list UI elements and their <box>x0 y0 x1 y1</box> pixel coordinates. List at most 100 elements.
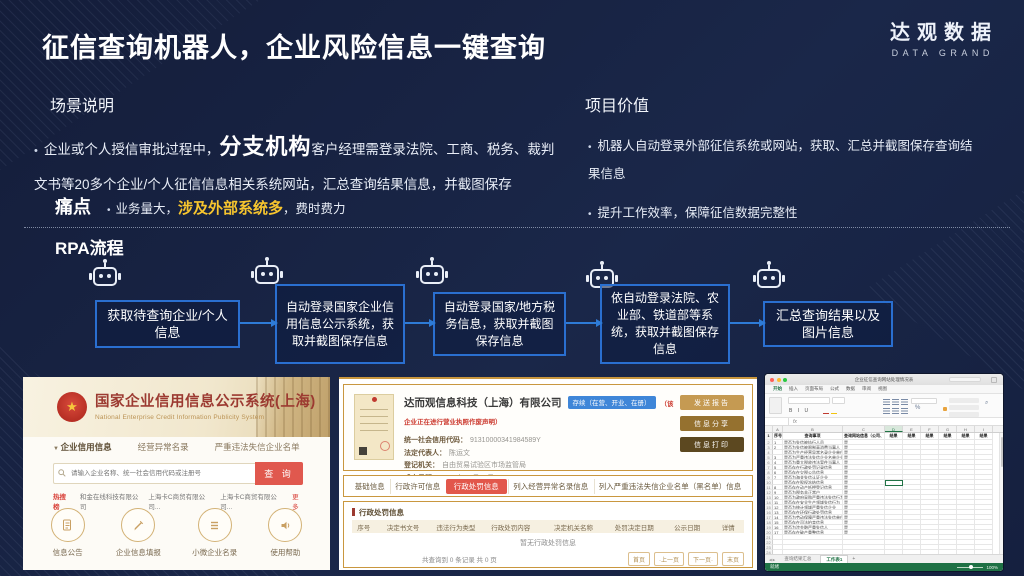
sheet-col-letters: ABCDEFGHI <box>765 426 1003 433</box>
screenshot-credit-publicity-site: ★ 国家企业信用信息公示系统(上海) National Enterprise C… <box>23 377 330 570</box>
paste-button[interactable] <box>769 397 782 414</box>
tab-admin-penalty[interactable]: 行政处罚信息 <box>446 479 507 494</box>
conditional-format-button[interactable] <box>949 398 979 403</box>
active-cell[interactable] <box>885 480 903 486</box>
tab-blacklist[interactable]: 列入严重违法失信企业名单（黑名单）信息 <box>594 479 746 494</box>
formula-bar[interactable]: fx <box>765 418 1003 426</box>
cell: I <box>975 426 993 432</box>
brand-logo-en: DATA GRAND <box>883 48 998 58</box>
sheet-nav-arrows-icon[interactable] <box>769 557 775 562</box>
ribbon-tab-formulas[interactable]: 公式 <box>830 386 839 392</box>
vertical-scrollbar[interactable] <box>999 433 1003 554</box>
th-penalty-content: 行政处罚内容 <box>481 522 540 532</box>
cond-format-icon[interactable] <box>943 407 947 411</box>
rpa-step-2: 自动登录国家企业信用信息公示系统，获取并截图保存信息 <box>275 284 405 364</box>
ribbon-tab-data[interactable]: 数据 <box>846 386 855 392</box>
cell: A <box>773 426 783 432</box>
share-info-button[interactable]: 信息分享 <box>680 416 744 431</box>
align-right-icon[interactable] <box>901 399 908 405</box>
th-authority: 决定机关名称 <box>540 522 607 532</box>
tab-enterprise-credit[interactable]: 企业信用信息 <box>53 441 112 453</box>
flow-arrow <box>240 322 272 324</box>
quick-link-notice[interactable]: 信息公告 <box>51 508 85 568</box>
cell: E <box>903 426 921 432</box>
pain-line: 痛点 业务量大，涉及外部系统多，费时费力 <box>55 193 346 219</box>
zoom-controls[interactable]: 100% <box>957 565 998 570</box>
license-qr-code <box>359 447 367 455</box>
penalty-section-title: 行政处罚信息 <box>352 507 404 518</box>
cell: F <box>921 426 939 432</box>
detail-tabs: 基础信息 行政许可信息 行政处罚信息 列入经营异常名录信息 列入严重违法失信企业… <box>343 475 753 497</box>
site-title: 国家企业信用信息公示系统(上海) <box>95 390 316 411</box>
flow-arrow <box>566 322 597 324</box>
ribbon-tab-layout[interactable]: 页面布局 <box>805 386 823 392</box>
scenario-bullet: 企业或个人授信审批过程中，分支机构客户经理需登录法院、工商、税务、裁判文书等20… <box>34 130 556 202</box>
status-badge: 存续（在营、开业、在册） <box>568 396 656 409</box>
prev-page-button[interactable]: ·上一页 <box>654 552 684 566</box>
tab-abnormal[interactable]: 列入经营异常名录信息 <box>508 479 592 494</box>
site-title-block: 国家企业信用信息公示系统(上海) National Enterprise Cre… <box>95 390 316 421</box>
brand-logo: 达观数据 DATA GRAND <box>883 16 998 58</box>
field-value: 91310000341984589Y <box>470 437 541 444</box>
table-footer: 共查询到 0 条记录 共 0 页 首页 ·上一页 下一页· 末页 <box>352 552 744 566</box>
th-violation-type: 违法行为类型 <box>430 522 481 532</box>
quick-link-label: 信息公告 <box>53 547 83 558</box>
font-size-dropdown[interactable] <box>832 397 845 404</box>
quick-link-label: 小微企业名录 <box>192 547 237 558</box>
font-color-icon[interactable] <box>823 408 829 414</box>
send-report-button[interactable]: 发送报告 <box>680 395 744 410</box>
tab-blacklist[interactable]: 严重违法失信企业名单 <box>215 441 300 453</box>
penalty-table-header: 序号 决定书文号 违法行为类型 行政处罚内容 决定机关名称 处罚决定日期 公示日… <box>352 520 744 533</box>
ribbon-tab-home[interactable]: 开始 <box>773 386 782 392</box>
tab-admin-license[interactable]: 行政许可信息 <box>390 479 444 494</box>
search-input[interactable] <box>53 463 256 484</box>
scrollbar-thumb[interactable] <box>1001 437 1004 467</box>
sigma-icon[interactable]: % <box>915 405 920 411</box>
merge-cells-icon[interactable] <box>901 408 908 414</box>
business-license-thumbnail <box>354 394 394 460</box>
quick-link-directory[interactable]: 小微企业名录 <box>192 508 237 568</box>
excel-search-box[interactable] <box>949 377 981 382</box>
font-style-icons[interactable]: B I U <box>789 408 810 414</box>
empty-table-message: 暂无行政处罚信息 <box>344 538 752 548</box>
format-as-table-button[interactable] <box>949 405 979 410</box>
zoom-slider[interactable] <box>957 567 983 568</box>
tab-basic-info[interactable]: 基础信息 <box>351 479 389 494</box>
next-page-button[interactable]: 下一页· <box>688 552 718 566</box>
share-icon[interactable] <box>991 377 997 383</box>
ribbon-tab-review[interactable]: 审阅 <box>862 386 871 392</box>
number-format-dropdown[interactable] <box>911 398 937 404</box>
field-value: 陈运文 <box>449 450 470 457</box>
sheet-grid[interactable]: 1序号查询事项查询网站信息（公司、控股公司）结果结果结果结果结果结果21是否为失… <box>765 433 1003 554</box>
cell: H <box>957 426 975 432</box>
quick-link-help[interactable]: 使用帮助 <box>268 508 302 568</box>
search-button[interactable]: 查 询 <box>255 462 303 485</box>
first-page-button[interactable]: 首页 <box>628 552 650 566</box>
rpa-step-4: 依自动登录法院、农业部、铁道部等系统，获取并截图保存信息 <box>600 284 730 364</box>
add-sheet-icon[interactable] <box>852 556 855 562</box>
print-info-button[interactable]: 信息打印 <box>680 437 744 452</box>
dotted-divider <box>24 227 1010 228</box>
card-buttons: 发送报告 信息分享 信息打印 <box>680 395 744 452</box>
pagination: 首页 ·上一页 下一页· 末页 <box>628 552 744 566</box>
cell-styles-button[interactable] <box>949 412 979 417</box>
indent-icon[interactable] <box>883 408 890 414</box>
site-header: ★ 国家企业信用信息公示系统(上海) National Enterprise C… <box>23 377 330 437</box>
excel-ribbon-tabs: 开始 插入 页面布局 公式 数据 审阅 视图 <box>765 385 1003 394</box>
align-center-icon[interactable] <box>892 399 899 405</box>
sheet-tab-1[interactable]: 查询结果汇总 <box>779 555 816 563</box>
wrap-text-icon[interactable] <box>892 408 899 414</box>
last-page-button[interactable]: 末页 <box>722 552 744 566</box>
tab-abnormal-list[interactable]: 经营异常名录 <box>138 441 189 453</box>
font-name-dropdown[interactable] <box>788 397 830 404</box>
excel-ribbon-toolbar: B I U % ⌕ <box>765 394 1003 418</box>
ribbon-tab-insert[interactable]: 插入 <box>789 386 798 392</box>
fill-color-icon[interactable] <box>831 408 837 414</box>
fx-icon: fx <box>793 419 797 425</box>
quick-link-fill[interactable]: 企业信息填报 <box>116 508 161 568</box>
ribbon-tab-view[interactable]: 视图 <box>878 386 887 392</box>
search-icon[interactable]: ⌕ <box>985 400 988 407</box>
align-left-icon[interactable] <box>883 399 890 405</box>
field-value: 自由贸易试验区市场监管局 <box>442 462 526 469</box>
status-ready-label: 就绪 <box>770 564 779 570</box>
